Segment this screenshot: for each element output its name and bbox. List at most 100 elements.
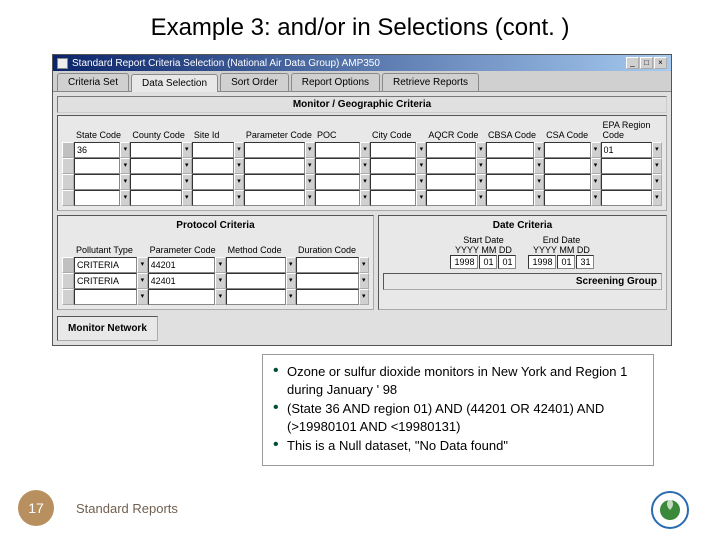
dropdown-icon[interactable]: ▾ (534, 174, 544, 190)
dropdown-icon[interactable]: ▾ (215, 273, 226, 289)
dropdown-icon[interactable]: ▾ (534, 190, 544, 206)
start-year-input[interactable] (450, 255, 478, 269)
tab-report-options[interactable]: Report Options (291, 73, 380, 91)
end-month-input[interactable] (557, 255, 575, 269)
county-input[interactable] (130, 142, 181, 158)
dropdown-icon[interactable]: ▾ (359, 257, 369, 273)
dropdown-icon[interactable]: ▾ (215, 257, 226, 273)
date-format-label: YYYY MM DD (450, 245, 516, 255)
dropdown-icon[interactable]: ▾ (182, 174, 192, 190)
title-bar[interactable]: Standard Report Criteria Selection (Nati… (53, 55, 671, 71)
dropdown-icon[interactable]: ▾ (534, 158, 544, 174)
dropdown-icon[interactable]: ▾ (286, 257, 296, 273)
dropdown-icon[interactable]: ▾ (476, 190, 486, 206)
poc-input[interactable] (315, 142, 360, 158)
dropdown-icon[interactable]: ▾ (416, 190, 426, 206)
start-day-input[interactable] (498, 255, 516, 269)
dropdown-icon[interactable]: ▾ (359, 289, 369, 305)
dropdown-icon[interactable]: ▾ (234, 158, 244, 174)
window-title: Standard Report Criteria Selection (Nati… (72, 58, 380, 69)
dropdown-icon[interactable]: ▾ (286, 273, 296, 289)
dropdown-icon[interactable]: ▾ (476, 142, 486, 158)
dropdown-icon[interactable]: ▾ (416, 158, 426, 174)
col-poc: POC (315, 120, 370, 142)
dropdown-icon[interactable]: ▾ (360, 174, 370, 190)
region-input[interactable] (601, 142, 652, 158)
dropdown-icon[interactable]: ▾ (652, 142, 662, 158)
row-handle[interactable] (62, 257, 74, 273)
dropdown-icon[interactable]: ▾ (591, 190, 601, 206)
tab-data-selection[interactable]: Data Selection (131, 74, 218, 92)
dropdown-icon[interactable]: ▾ (182, 158, 192, 174)
start-month-input[interactable] (479, 255, 497, 269)
state-input[interactable] (74, 142, 120, 158)
site-input[interactable] (192, 142, 234, 158)
pcode-input[interactable] (148, 273, 216, 289)
aqcr-input[interactable] (426, 142, 476, 158)
ptype-input[interactable] (74, 273, 137, 289)
cbsa-input[interactable] (486, 142, 534, 158)
dropdown-icon[interactable]: ▾ (234, 190, 244, 206)
dropdown-icon[interactable]: ▾ (137, 289, 147, 305)
row-handle[interactable] (62, 174, 74, 190)
app-icon (57, 58, 68, 69)
dropdown-icon[interactable]: ▾ (652, 190, 662, 206)
dropdown-icon[interactable]: ▾ (120, 142, 130, 158)
duration-input[interactable] (296, 257, 359, 273)
dropdown-icon[interactable]: ▾ (305, 142, 315, 158)
row-handle[interactable] (62, 190, 74, 206)
tab-retrieve-reports[interactable]: Retrieve Reports (382, 73, 479, 91)
dropdown-icon[interactable]: ▾ (591, 158, 601, 174)
dropdown-icon[interactable]: ▾ (305, 174, 315, 190)
row-handle[interactable] (62, 142, 74, 158)
dropdown-icon[interactable]: ▾ (120, 174, 130, 190)
dropdown-icon[interactable]: ▾ (182, 190, 192, 206)
dropdown-icon[interactable]: ▾ (591, 142, 601, 158)
dropdown-icon[interactable]: ▾ (534, 142, 544, 158)
dropdown-icon[interactable]: ▾ (416, 142, 426, 158)
dropdown-icon[interactable]: ▾ (476, 158, 486, 174)
method-input[interactable] (226, 257, 286, 273)
annotation-overlay: Ozone or sulfur dioxide monitors in New … (262, 354, 654, 466)
dropdown-icon[interactable]: ▾ (359, 273, 369, 289)
minimize-button[interactable]: _ (626, 57, 639, 69)
close-button[interactable]: × (654, 57, 667, 69)
row-handle[interactable] (62, 273, 74, 289)
dropdown-icon[interactable]: ▾ (137, 273, 147, 289)
dropdown-icon[interactable]: ▾ (120, 158, 130, 174)
tab-sort-order[interactable]: Sort Order (220, 73, 289, 91)
dropdown-icon[interactable]: ▾ (215, 289, 226, 305)
csa-input[interactable] (544, 142, 590, 158)
tab-criteria-set[interactable]: Criteria Set (57, 73, 129, 91)
dropdown-icon[interactable]: ▾ (476, 174, 486, 190)
param-input[interactable] (244, 142, 305, 158)
pcode-input[interactable] (148, 257, 216, 273)
city-input[interactable] (370, 142, 416, 158)
state-input[interactable] (74, 158, 120, 174)
dropdown-icon[interactable]: ▾ (591, 174, 601, 190)
dropdown-icon[interactable]: ▾ (234, 142, 244, 158)
monitor-criteria-title: Monitor / Geographic Criteria (57, 96, 667, 113)
dropdown-icon[interactable]: ▾ (305, 190, 315, 206)
date-title: Date Criteria (383, 220, 662, 231)
protocol-row-3: ▾ ▾ ▾ ▾ (62, 289, 369, 305)
row-handle[interactable] (62, 158, 74, 174)
dropdown-icon[interactable]: ▾ (416, 174, 426, 190)
row-handle[interactable] (62, 289, 74, 305)
dropdown-icon[interactable]: ▾ (234, 174, 244, 190)
dropdown-icon[interactable]: ▾ (360, 190, 370, 206)
dropdown-icon[interactable]: ▾ (182, 142, 192, 158)
dropdown-icon[interactable]: ▾ (360, 158, 370, 174)
annotation-bullet: Ozone or sulfur dioxide monitors in New … (273, 363, 643, 398)
dropdown-icon[interactable]: ▾ (360, 142, 370, 158)
dropdown-icon[interactable]: ▾ (652, 158, 662, 174)
dropdown-icon[interactable]: ▾ (137, 257, 147, 273)
maximize-button[interactable]: □ (640, 57, 653, 69)
ptype-input[interactable] (74, 257, 137, 273)
dropdown-icon[interactable]: ▾ (305, 158, 315, 174)
dropdown-icon[interactable]: ▾ (120, 190, 130, 206)
end-day-input[interactable] (576, 255, 594, 269)
dropdown-icon[interactable]: ▾ (652, 174, 662, 190)
end-year-input[interactable] (528, 255, 556, 269)
dropdown-icon[interactable]: ▾ (286, 289, 296, 305)
